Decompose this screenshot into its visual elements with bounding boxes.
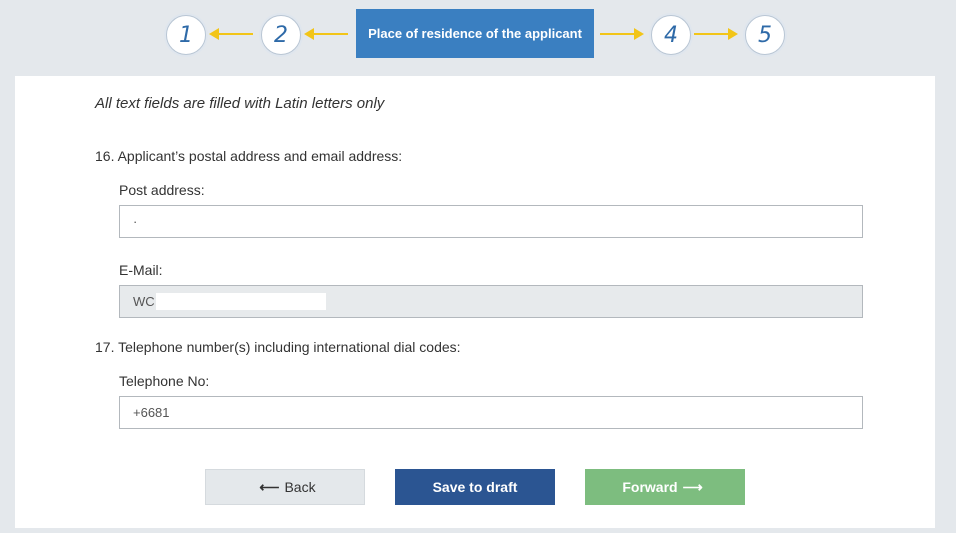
step-4-number: 4	[664, 22, 678, 48]
step-5-circle[interactable]: 5	[745, 15, 785, 55]
arrow-left-icon	[304, 28, 348, 40]
email-label: E-Mail:	[119, 262, 163, 278]
latin-letters-note: All text fields are filled with Latin le…	[95, 95, 385, 112]
current-step-label: Place of residence of the applicant	[356, 9, 594, 58]
step-2-circle[interactable]: 2	[261, 15, 301, 55]
step-5-number: 5	[758, 22, 772, 48]
form-panel: All text fields are filled with Latin le…	[15, 76, 935, 528]
telephone-input[interactable]: +6681	[119, 396, 863, 429]
arrow-right-icon: ⟶	[682, 478, 703, 495]
back-button[interactable]: ⟵ Back	[205, 469, 365, 505]
step-1-circle[interactable]: 1	[166, 15, 206, 55]
telephone-label: Telephone No:	[119, 373, 210, 389]
post-address-value: ·	[133, 214, 138, 229]
section-17-title: 17. Telephone number(s) including intern…	[95, 339, 461, 355]
post-address-input[interactable]: ·	[119, 205, 863, 238]
post-address-label: Post address:	[119, 182, 205, 198]
forward-button[interactable]: Forward ⟶	[585, 469, 745, 505]
arrow-left-icon	[209, 28, 253, 40]
section-16-title: 16. Applicant’s postal address and email…	[95, 148, 403, 164]
arrow-right-icon	[600, 28, 644, 40]
telephone-value: +6681	[133, 405, 170, 420]
step-4-circle[interactable]: 4	[651, 15, 691, 55]
arrow-right-icon	[694, 28, 738, 40]
back-button-label: Back	[284, 479, 316, 495]
redaction-mask	[155, 293, 326, 310]
step-2-number: 2	[274, 22, 288, 48]
step-1-number: 1	[179, 22, 193, 48]
save-to-draft-label: Save to draft	[432, 479, 518, 495]
forward-button-label: Forward	[622, 479, 678, 495]
email-field: WC	[119, 285, 863, 318]
save-to-draft-button[interactable]: Save to draft	[395, 469, 555, 505]
email-value: WC	[133, 294, 155, 309]
arrow-left-icon: ⟵	[259, 478, 280, 495]
progress-stepper: 1 2 Place of residence of the applicant …	[0, 0, 956, 70]
